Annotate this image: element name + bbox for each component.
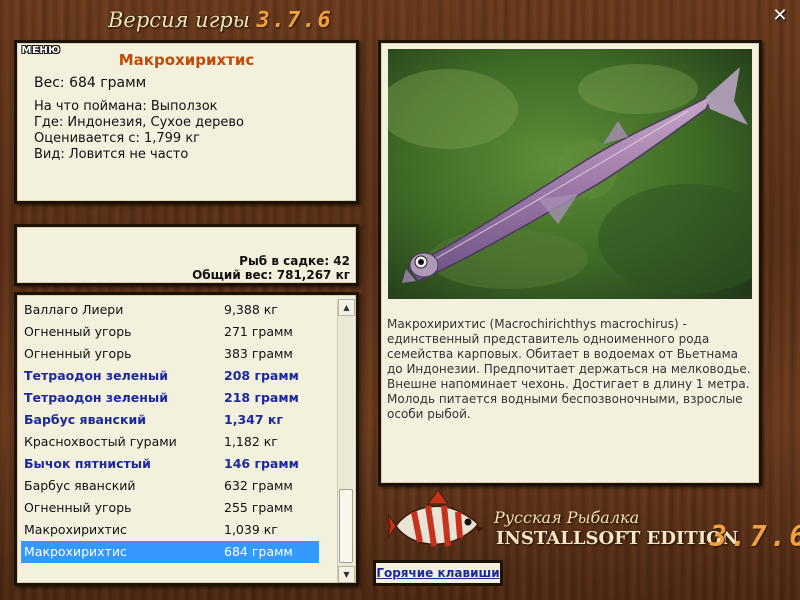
title-version: 3.7.6 xyxy=(256,8,333,33)
close-icon: ✕ xyxy=(772,5,788,26)
fish-in-cage: Рыб в садке: 42 xyxy=(239,254,350,268)
close-button[interactable]: ✕ xyxy=(770,6,790,26)
hotkeys-button[interactable]: Горячие клавиши xyxy=(373,560,503,586)
fish-details: На что поймана: Выползок Где: Индонезия,… xyxy=(34,99,356,163)
brand-edition: INSTALLSOFT EDITION xyxy=(496,528,739,549)
catch-row[interactable]: Краснохвостый гурами 1,182 кг xyxy=(21,431,319,453)
catch-fish-weight: 208 грамм xyxy=(224,368,299,383)
catch-row[interactable]: Барбус яванский 632 грамм xyxy=(21,475,319,497)
catch-fish-name: Огненный угорь xyxy=(24,324,132,339)
cage-stats: Рыб в садке: 42 Общий вес: 781,267 кг xyxy=(192,254,350,282)
chevron-down-icon: ▼ xyxy=(343,570,350,579)
fish-weight: Вес: 684 грамм xyxy=(34,75,147,91)
fish-photo-panel: Макрохирихтис (Macrochirichthys macrochi… xyxy=(378,40,762,486)
catch-fish-name: Тетраодон зеленый xyxy=(24,368,168,383)
detail-value-threshold: Оценивается с: 1,799 кг xyxy=(34,131,201,146)
catch-fish-weight: 9,388 кг xyxy=(224,302,278,317)
catch-fish-name: Бычок пятнистый xyxy=(24,456,151,471)
catch-row[interactable]: Валлаго Лиери 9,388 кг xyxy=(21,299,319,321)
catch-row[interactable]: Тетраодон зеленый 218 грамм xyxy=(21,387,319,409)
scroll-up-button[interactable]: ▲ xyxy=(338,299,355,316)
catch-fish-weight: 218 грамм xyxy=(224,390,299,405)
catch-fish-weight: 1,039 кг xyxy=(224,522,278,537)
catch-fish-name: Барбус яванский xyxy=(24,478,136,493)
catch-fish-weight: 383 грамм xyxy=(224,346,293,361)
catch-fish-weight: 1,182 кг xyxy=(224,434,278,449)
catch-row[interactable]: Бычок пятнистый 146 грамм xyxy=(21,453,319,475)
catch-fish-weight: 146 грамм xyxy=(224,456,299,471)
catch-fish-weight: 271 грамм xyxy=(224,324,293,339)
catch-row[interactable]: Барбус яванский 1,347 кг xyxy=(21,409,319,431)
catch-fish-name: Огненный угорь xyxy=(24,346,132,361)
catch-fish-name: Макрохирихтис xyxy=(24,522,127,537)
fish-photo-image xyxy=(388,49,752,299)
chevron-up-icon: ▲ xyxy=(343,303,350,312)
catch-row[interactable]: Огненный угорь 271 грамм xyxy=(21,321,319,343)
catch-list: Валлаго Лиери 9,388 кг Огненный угорь 271 г… xyxy=(14,292,359,586)
catch-fish-name: Валлаго Лиери xyxy=(24,302,124,317)
catch-row[interactable]: Макрохирихтис 1,039 кг xyxy=(21,519,319,541)
fish-name: Макрохирихтис xyxy=(118,51,255,69)
scroll-thumb[interactable] xyxy=(339,489,353,563)
detail-location: Где: Индонезия, Сухое дерево xyxy=(34,115,244,130)
fish-info-panel: Макрохирихтис Вес: 684 грамм На что пойм… xyxy=(14,40,359,204)
catch-row[interactable]: Огненный угорь 255 грамм xyxy=(21,497,319,519)
title-bar: Версия игры 3.7.6 ✕ xyxy=(0,0,800,40)
catch-fish-name: Краснохвостый гурами xyxy=(24,434,177,449)
catch-fish-name: Барбус яванский xyxy=(24,412,146,427)
catch-fish-weight: 684 грамм xyxy=(224,544,293,559)
catch-fish-weight: 632 грамм xyxy=(224,478,293,493)
catch-row[interactable]: Огненный угорь 383 грамм xyxy=(21,343,319,365)
title-text: Версия игры xyxy=(108,8,250,32)
catch-fish-weight: 255 грамм xyxy=(224,500,293,515)
menu-button[interactable]: МЕНЮ xyxy=(20,44,62,58)
scroll-down-button[interactable]: ▼ xyxy=(338,566,355,583)
fish-description: Макрохирихтис (Macrochirichthys macrochi… xyxy=(387,317,751,421)
branding: Русская Рыбалка INSTALLSOFT EDITION 3.7.… xyxy=(388,490,800,560)
catch-row[interactable]: Макрохирихтис 684 грамм xyxy=(21,541,319,563)
fish-photo xyxy=(388,49,752,299)
brand-version: 3.7.6 xyxy=(710,520,800,553)
catch-rows: Валлаго Лиери 9,388 кг Огненный угорь 271 г… xyxy=(21,299,356,563)
list-scrollbar[interactable]: ▲ ▼ xyxy=(337,299,355,583)
detail-bait: На что поймана: Выползок xyxy=(34,99,218,114)
catch-fish-weight: 1,347 кг xyxy=(224,412,283,427)
catch-fish-name: Тетраодон зеленый xyxy=(24,390,168,405)
catch-fish-name: Макрохирихтис xyxy=(24,544,127,559)
fish-logo-icon xyxy=(388,490,484,547)
catch-fish-name: Огненный угорь xyxy=(24,500,132,515)
catch-row[interactable]: Тетраодон зеленый 208 грамм xyxy=(21,365,319,387)
cage-stats-panel: Рыб в садке: 42 Общий вес: 781,267 кг xyxy=(14,224,359,286)
window-title: Версия игры 3.7.6 xyxy=(108,8,333,33)
detail-rarity: Вид: Ловится не часто xyxy=(34,147,189,162)
brand-title: Русская Рыбалка xyxy=(494,508,640,527)
total-weight: Общий вес: 781,267 кг xyxy=(192,268,350,282)
